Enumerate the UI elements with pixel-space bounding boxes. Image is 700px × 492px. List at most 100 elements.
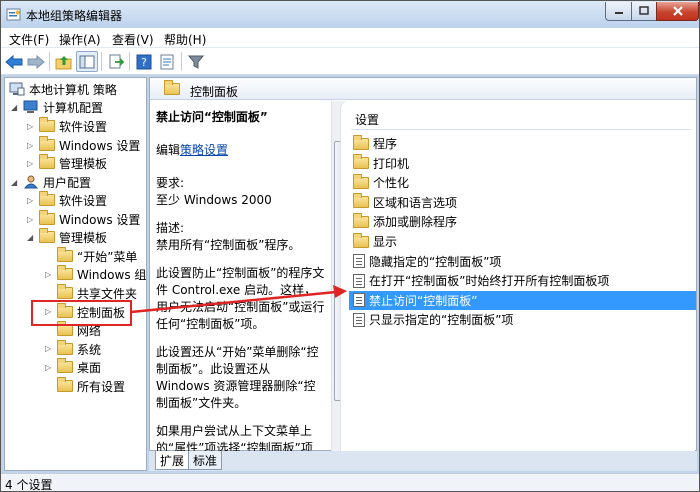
tree-uc-windows[interactable]: Windows 设置 bbox=[39, 210, 140, 228]
settings-list-item[interactable]: 禁止访问“控制面板” bbox=[349, 290, 696, 310]
help-button[interactable]: ? bbox=[133, 51, 155, 72]
folder-icon bbox=[39, 191, 55, 206]
console-tree: 本地计算机 策略 ◢ 计算机配置 ▷ 软件设置 ▷ Windows 设置 ▷ 管… bbox=[4, 77, 147, 471]
expand-arrow-icon[interactable]: ◢ bbox=[27, 233, 33, 242]
settings-list-item[interactable]: 隐藏指定的“控制面板”项 bbox=[349, 252, 696, 271]
toolbar-separator bbox=[181, 52, 182, 71]
settings-list-item[interactable]: 在打开“控制面板”时始终打开所有控制面板项 bbox=[349, 271, 696, 290]
policy-icon bbox=[353, 293, 365, 308]
settings-item-label: 打印机 bbox=[373, 156, 410, 171]
expand-arrow-icon[interactable]: ◢ bbox=[11, 178, 17, 187]
back-button[interactable] bbox=[3, 51, 25, 72]
user-icon bbox=[23, 175, 39, 189]
tree-all-settings[interactable]: 所有设置 bbox=[57, 377, 125, 395]
up-level-button[interactable] bbox=[53, 51, 75, 72]
collapse-arrow-icon[interactable]: ▷ bbox=[45, 363, 51, 372]
maximize-button[interactable] bbox=[631, 2, 657, 21]
folder-icon bbox=[57, 377, 73, 392]
settings-list-item[interactable]: 个性化 bbox=[349, 173, 696, 192]
toolbar-separator bbox=[129, 52, 130, 71]
collapse-arrow-icon[interactable]: ▷ bbox=[27, 215, 33, 224]
menu-file[interactable]: 文件(F) bbox=[9, 31, 49, 48]
settings-item-label: 显示 bbox=[373, 235, 398, 249]
computer-policy-icon bbox=[9, 82, 25, 96]
folder-icon bbox=[353, 232, 369, 248]
tree-root[interactable]: 本地计算机 策略 bbox=[9, 80, 117, 98]
show-hide-tree-button[interactable] bbox=[76, 51, 98, 72]
tree-cc-windows[interactable]: Windows 设置 bbox=[39, 136, 140, 154]
forward-arrow-icon bbox=[27, 54, 45, 69]
requirements: 要求: 至少 Windows 2000 bbox=[156, 176, 272, 207]
close-button[interactable] bbox=[656, 2, 699, 21]
filter-button[interactable] bbox=[185, 51, 207, 72]
edit-policy-link[interactable]: 策略设置 bbox=[180, 143, 228, 157]
console-tree-icon bbox=[79, 55, 95, 68]
properties-button[interactable] bbox=[156, 51, 178, 72]
content-title: 控制面板 bbox=[190, 85, 239, 99]
window-title: 本地组策略编辑器 bbox=[26, 9, 123, 23]
settings-item-label: 程序 bbox=[373, 137, 398, 151]
svg-text:?: ? bbox=[141, 56, 147, 69]
tree-uc-admin[interactable]: 管理模板 bbox=[39, 228, 107, 246]
tree-cc-admin[interactable]: 管理模板 bbox=[39, 154, 107, 172]
description: 描述: 禁用所有“控制面板”程序。 bbox=[156, 221, 301, 252]
policy-description: 禁止访问“控制面板” 编辑策略设置 要求: 至少 Windows 2000 描述… bbox=[150, 101, 332, 451]
status-bar: 4 个设置 bbox=[1, 473, 699, 492]
filter-icon bbox=[188, 55, 204, 69]
expand-arrow-icon[interactable]: ◢ bbox=[11, 103, 17, 112]
view-tabs: 扩展 标准 bbox=[149, 451, 697, 471]
tree-computer-config[interactable]: 计算机配置 bbox=[23, 98, 103, 116]
settings-list-item[interactable]: 只显示指定的“控制面板”项 bbox=[349, 310, 696, 329]
settings-list-item[interactable]: 打印机 bbox=[349, 154, 696, 173]
policy-icon bbox=[353, 312, 365, 327]
settings-item-label: 禁止访问“控制面板” bbox=[369, 293, 478, 308]
folder-icon bbox=[353, 134, 369, 150]
toolbar-separator bbox=[101, 52, 102, 71]
edit-line: 编辑策略设置 bbox=[156, 143, 229, 157]
tree-windows-components[interactable]: Windows 组件 bbox=[57, 265, 146, 283]
tree-start-menu[interactable]: “开始”菜单 bbox=[57, 247, 137, 265]
collapse-arrow-icon[interactable]: ▷ bbox=[27, 196, 33, 205]
gpedit-app-icon bbox=[6, 8, 21, 21]
settings-list-item[interactable]: 区域和语言选项 bbox=[349, 193, 696, 212]
menu-help[interactable]: 帮助(H) bbox=[164, 31, 206, 48]
settings-list-item[interactable]: 显示 bbox=[349, 232, 696, 251]
tree-cc-software[interactable]: 软件设置 bbox=[39, 117, 107, 135]
tab-extended[interactable]: 扩展 bbox=[155, 451, 190, 470]
export-list-button[interactable] bbox=[105, 51, 127, 72]
collapse-arrow-icon[interactable]: ▷ bbox=[27, 141, 33, 150]
tree-system[interactable]: 系统 bbox=[57, 340, 101, 358]
folder-icon bbox=[39, 136, 55, 151]
menu-view[interactable]: 查看(V) bbox=[112, 31, 154, 48]
tree-user-config[interactable]: 用户配置 bbox=[23, 173, 91, 191]
collapse-arrow-icon[interactable]: ▷ bbox=[45, 344, 51, 353]
menu-action[interactable]: 操作(A) bbox=[59, 31, 101, 48]
minimize-button[interactable] bbox=[605, 2, 632, 21]
description-para-2: 此设置防止“控制面板”的程序文件 Control.exe 启动。这样，用户无法启… bbox=[156, 266, 325, 331]
description-para-3: 此设置还从“开始”菜单删除“控制面板”。此设置还从 Windows 资源管理器删… bbox=[156, 345, 319, 410]
tree-desktop[interactable]: 桌面 bbox=[57, 358, 101, 376]
folder-up-icon bbox=[55, 55, 72, 69]
toolbar: ? bbox=[1, 48, 699, 75]
content-pane: 控制面板 禁止访问“控制面板” 编辑策略设置 要求: 至少 Windows 20… bbox=[149, 77, 697, 451]
description-para-4: 如果用户尝试从上下文菜单上的“属性”项选择“控制面板”项 bbox=[156, 424, 313, 451]
folder-icon bbox=[164, 80, 180, 95]
collapse-arrow-icon[interactable]: ▷ bbox=[45, 270, 51, 279]
close-icon bbox=[672, 6, 683, 16]
settings-list: 设置 程序打印机个性化 区域和语言选项 添加或删除程序显示隐藏指定的“控制面板”项在… bbox=[340, 101, 696, 451]
settings-column-header[interactable]: 设置 bbox=[351, 108, 691, 130]
folder-icon bbox=[57, 284, 73, 299]
folder-icon bbox=[39, 210, 55, 225]
folder-icon bbox=[57, 340, 73, 355]
settings-list-item[interactable]: 添加或删除程序 bbox=[349, 212, 696, 231]
collapse-arrow-icon[interactable]: ▷ bbox=[27, 159, 33, 168]
settings-list-item[interactable]: 程序 bbox=[349, 134, 696, 153]
title-bar[interactable]: 本地组策略编辑器 bbox=[1, 1, 699, 28]
tab-standard[interactable]: 标准 bbox=[188, 451, 223, 470]
back-arrow-icon bbox=[5, 54, 23, 69]
collapse-arrow-icon[interactable]: ▷ bbox=[27, 122, 33, 131]
tree-uc-software[interactable]: 软件设置 bbox=[39, 191, 107, 209]
folder-icon bbox=[353, 154, 369, 170]
forward-button[interactable] bbox=[25, 51, 47, 72]
computer-icon bbox=[23, 100, 38, 113]
